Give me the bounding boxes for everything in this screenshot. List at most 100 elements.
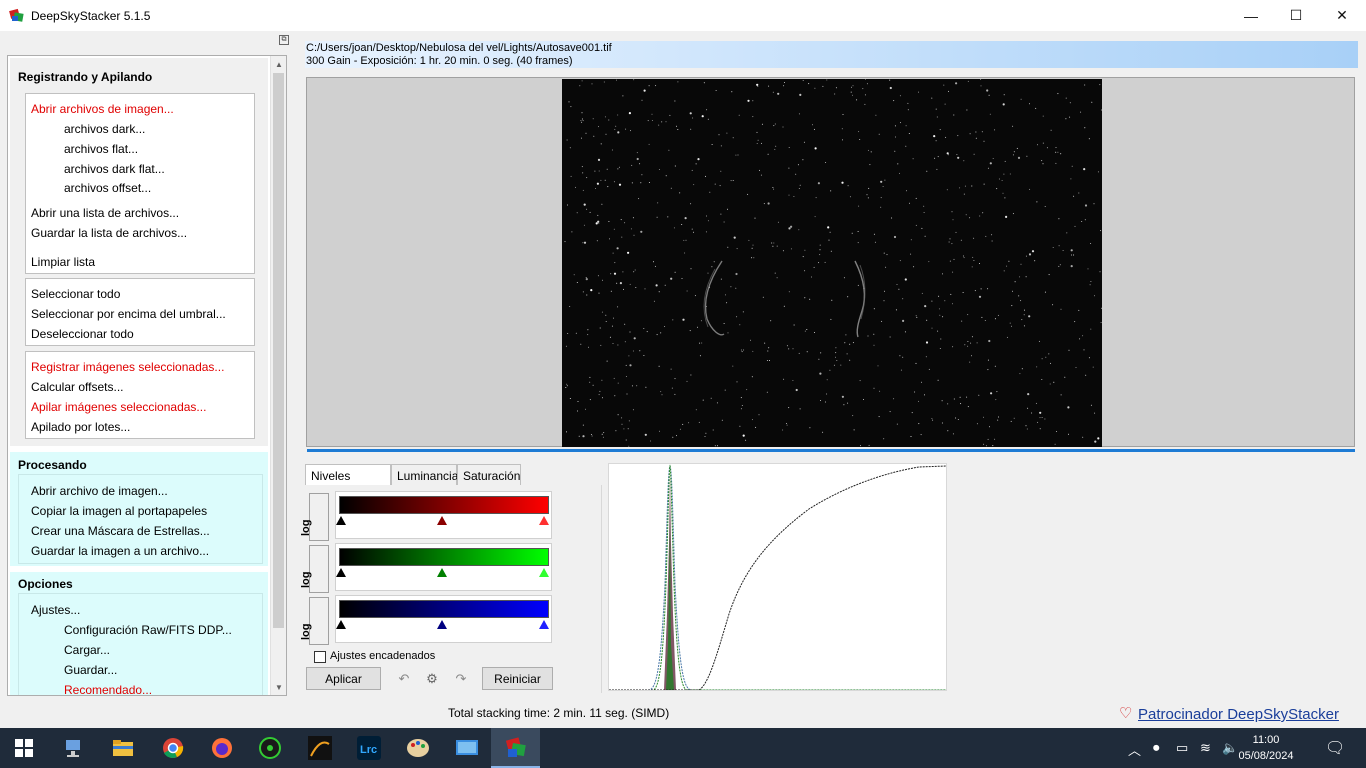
flat-files-link[interactable]: archivos flat... xyxy=(64,142,138,156)
sponsor-link[interactable]: Patrocinador DeepSkyStacker xyxy=(1138,706,1339,723)
star xyxy=(804,270,806,272)
load-settings-link[interactable]: Cargar... xyxy=(64,643,110,657)
windows-start-icon[interactable] xyxy=(10,734,38,762)
dark-flat-files-link[interactable]: archivos dark flat... xyxy=(64,162,165,176)
maximize-button[interactable]: ☐ xyxy=(1273,0,1319,31)
file-explorer-icon[interactable] xyxy=(109,734,137,762)
red-midpoint-handle[interactable] xyxy=(437,516,447,525)
tray-expand-icon[interactable]: ︿ xyxy=(1128,740,1141,759)
log-toggle-blue[interactable]: log xyxy=(300,597,329,645)
close-button[interactable]: ✕ xyxy=(1319,0,1365,31)
star xyxy=(607,186,609,188)
save-image-link[interactable]: Guardar la imagen a un archivo... xyxy=(31,544,209,558)
star xyxy=(996,391,998,393)
tab-rgb-levels[interactable]: Niveles RGB/K xyxy=(305,464,391,497)
chrome-icon[interactable] xyxy=(159,734,187,762)
red-black-point-handle[interactable] xyxy=(336,516,346,525)
desktop-app-icon[interactable] xyxy=(453,734,481,762)
star xyxy=(842,114,844,115)
firefox-icon[interactable] xyxy=(208,734,236,762)
star xyxy=(1087,268,1089,270)
blue-levels-slider[interactable] xyxy=(335,595,552,643)
star xyxy=(567,204,568,206)
stacked-astro-image[interactable] xyxy=(562,79,1102,447)
compute-offsets-link[interactable]: Calcular offsets... xyxy=(31,380,123,394)
open-file-list-link[interactable]: Abrir una lista de archivos... xyxy=(31,206,179,220)
offset-files-link[interactable]: archivos offset... xyxy=(64,181,151,195)
linked-settings-checkbox[interactable] xyxy=(314,651,326,663)
pin-panel-icon[interactable]: ⧉ xyxy=(279,35,289,45)
redo-icon[interactable]: ↷ xyxy=(452,671,470,687)
app-green-icon[interactable] xyxy=(256,734,284,762)
save-settings-link[interactable]: Guardar... xyxy=(64,663,117,677)
star xyxy=(967,314,969,316)
image-viewer[interactable] xyxy=(306,77,1355,447)
raw-fits-settings-link[interactable]: Configuración Raw/FITS DDP... xyxy=(64,623,232,637)
blue-black-point-handle[interactable] xyxy=(336,620,346,629)
save-file-list-link[interactable]: Guardar la lista de archivos... xyxy=(31,226,187,240)
red-white-point-handle[interactable] xyxy=(539,516,549,525)
register-selected-link[interactable]: Registrar imágenes seleccionadas... xyxy=(31,360,224,374)
paint-icon[interactable] xyxy=(404,734,432,762)
network-pc-icon[interactable] xyxy=(60,734,88,762)
clear-list-link[interactable]: Limpiar lista xyxy=(31,255,95,269)
open-image-file-link[interactable]: Abrir archivo de imagen... xyxy=(31,484,168,498)
star xyxy=(761,142,762,144)
scroll-down-icon[interactable]: ▼ xyxy=(271,679,286,695)
dark-files-link[interactable]: archivos dark... xyxy=(64,122,145,136)
select-all-link[interactable]: Seleccionar todo xyxy=(31,287,120,301)
star xyxy=(857,242,859,244)
tab-saturation[interactable]: Saturación xyxy=(457,464,521,486)
notification-icon[interactable]: 🗨 xyxy=(1325,738,1345,758)
open-image-files-link[interactable]: Abrir archivos de imagen... xyxy=(31,102,174,116)
astro-app-icon[interactable] xyxy=(306,734,334,762)
blue-white-point-handle[interactable] xyxy=(539,620,549,629)
star xyxy=(979,263,980,264)
select-above-threshold-link[interactable]: Seleccionar por encima del umbral... xyxy=(31,307,226,321)
star xyxy=(904,278,907,281)
battery-icon[interactable]: ▭ xyxy=(1176,740,1188,756)
undo-icon[interactable]: ↶ xyxy=(395,671,413,687)
star xyxy=(1084,84,1086,86)
tab-luminance[interactable]: Luminancia xyxy=(391,464,458,486)
apply-button[interactable]: Aplicar xyxy=(306,667,381,690)
settings-gear-icon[interactable]: ⚙ xyxy=(423,671,441,687)
scroll-thumb[interactable] xyxy=(273,73,284,628)
star xyxy=(1100,230,1102,232)
batch-stacking-link[interactable]: Apilado por lotes... xyxy=(31,420,130,434)
star xyxy=(725,294,726,296)
star xyxy=(679,192,681,194)
scroll-up-icon[interactable]: ▲ xyxy=(271,56,286,72)
wifi-icon[interactable]: ≋ xyxy=(1200,740,1211,756)
star xyxy=(830,318,832,320)
copy-to-clipboard-link[interactable]: Copiar la imagen al portapapeles xyxy=(31,504,207,518)
create-star-mask-link[interactable]: Crear una Máscara de Estrellas... xyxy=(31,524,210,538)
star xyxy=(597,214,599,216)
star xyxy=(1091,101,1093,103)
star xyxy=(774,123,776,125)
log-toggle-red[interactable]: log xyxy=(300,493,329,541)
green-white-point-handle[interactable] xyxy=(539,568,549,577)
star xyxy=(894,125,896,127)
green-levels-slider[interactable] xyxy=(335,543,552,591)
deepskystacker-taskbar-icon[interactable] xyxy=(502,734,530,762)
blue-midpoint-handle[interactable] xyxy=(437,620,447,629)
stack-selected-link[interactable]: Apilar imágenes seleccionadas... xyxy=(31,400,206,414)
taskbar-clock[interactable]: 11:00 05/08/2024 xyxy=(1236,732,1296,764)
green-black-point-handle[interactable] xyxy=(336,568,346,577)
log-toggle-green[interactable]: log xyxy=(300,545,329,593)
star xyxy=(705,305,707,307)
lightroom-icon[interactable]: Lrc xyxy=(355,734,383,762)
settings-link[interactable]: Ajustes... xyxy=(31,603,80,617)
star xyxy=(994,318,996,320)
star xyxy=(581,80,583,82)
tray-meet-icon[interactable]: ⏺ xyxy=(1153,740,1160,756)
green-midpoint-handle[interactable] xyxy=(437,568,447,577)
red-levels-slider[interactable] xyxy=(335,491,552,539)
sidebar-scrollbar[interactable]: ▲ ▼ xyxy=(270,56,286,695)
recommended-settings-link[interactable]: Recomendado... xyxy=(64,683,152,695)
star xyxy=(570,106,572,108)
minimize-button[interactable]: — xyxy=(1228,0,1274,31)
deselect-all-link[interactable]: Deseleccionar todo xyxy=(31,327,134,341)
reset-button[interactable]: Reiniciar xyxy=(482,667,553,690)
